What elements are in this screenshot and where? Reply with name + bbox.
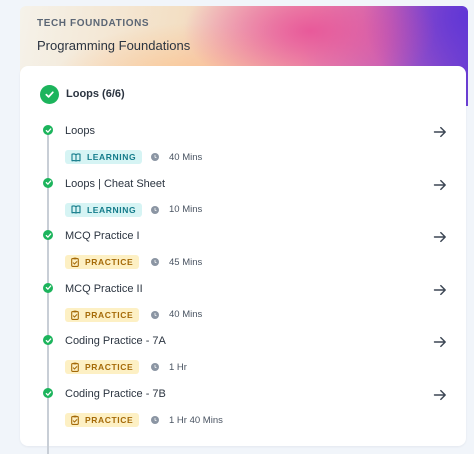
type-badge-label: PRACTICE (85, 309, 134, 320)
check-circle-icon (43, 282, 53, 293)
arrow-right-icon[interactable] (433, 230, 447, 244)
type-badge-label: LEARNING (87, 204, 137, 215)
list-item-1[interactable]: Loops LEARNING 40 Mins (20, 125, 466, 175)
item-title: MCQ Practice I (65, 230, 140, 243)
clock-icon (151, 258, 159, 267)
type-badge: PRACTICE (65, 360, 140, 375)
course-title: Programming Foundations (37, 38, 191, 53)
clock-icon (151, 310, 159, 319)
module-card: Loops (6/6) Loops LEARNING 40 Mins Loops… (20, 66, 466, 454)
clipboard-icon (71, 257, 79, 268)
item-title: Coding Practice - 7B (65, 388, 166, 400)
arrow-right-icon[interactable] (433, 388, 447, 402)
duration: 45 Mins (151, 255, 202, 269)
type-badge-label: PRACTICE (85, 362, 134, 373)
clock-icon (151, 363, 159, 372)
duration-text: 1 Hr 40 Mins (169, 414, 223, 426)
duration-text: 45 Mins (169, 256, 203, 268)
item-title: MCQ Practice II (65, 282, 143, 295)
clipboard-icon (71, 310, 79, 320)
type-badge-label: LEARNING (87, 152, 137, 162)
item-title: Coding Practice - 7A (65, 335, 166, 348)
book-icon (71, 152, 81, 162)
duration-text: 10 Mins (169, 204, 203, 216)
check-circle-icon (40, 84, 59, 104)
duration: 40 Mins (151, 308, 202, 322)
item-title: Loops | Cheat Sheet (65, 177, 166, 190)
type-badge-label: PRACTICE (85, 257, 134, 268)
clipboard-icon (71, 362, 79, 373)
duration: 40 Mins (151, 150, 202, 164)
duration-text: 40 Mins (169, 151, 203, 163)
type-badge-label: PRACTICE (85, 415, 134, 425)
type-badge: LEARNING (65, 150, 143, 164)
arrow-right-icon[interactable] (433, 335, 447, 349)
book-icon (71, 205, 81, 214)
section-header[interactable]: Loops (6/6) (40, 84, 125, 104)
duration-text: 40 Mins (169, 309, 203, 321)
list-item-4[interactable]: MCQ Practice II PRACTICE 40 Mins (20, 282, 466, 333)
arrow-right-icon[interactable] (433, 178, 447, 192)
arrow-right-icon[interactable] (433, 283, 447, 297)
check-circle-icon (43, 230, 53, 241)
type-badge: PRACTICE (65, 307, 140, 322)
list-item-6[interactable]: Coding Practice - 7B PRACTICE 1 Hr 40 Mi… (20, 388, 466, 438)
list-item-2[interactable]: Loops | Cheat Sheet LEARNING 10 Mins (20, 177, 466, 228)
course-page: TECH FOUNDATIONS Programming Foundations… (0, 0, 474, 454)
arrow-right-icon[interactable] (433, 125, 447, 139)
duration: 10 Mins (151, 203, 202, 217)
clipboard-icon (71, 415, 79, 425)
clock-icon (151, 205, 159, 214)
course-category: TECH FOUNDATIONS (37, 18, 150, 29)
clock-icon (151, 153, 159, 161)
type-badge: LEARNING (65, 202, 143, 217)
check-circle-icon (43, 335, 53, 346)
check-circle-icon (43, 388, 53, 398)
duration: 1 Hr (151, 360, 187, 374)
duration: 1 Hr 40 Mins (151, 413, 223, 427)
clock-icon (151, 416, 159, 424)
list-item-3[interactable]: MCQ Practice I PRACTICE 45 Mins (20, 230, 466, 280)
item-title: Loops (65, 125, 95, 137)
check-circle-icon (43, 125, 53, 135)
type-badge: PRACTICE (65, 413, 140, 427)
check-circle-icon (43, 177, 53, 188)
type-badge: PRACTICE (65, 255, 140, 270)
section-title: Loops (6/6) (66, 88, 125, 100)
duration-text: 1 Hr (169, 361, 187, 373)
list-item-5[interactable]: Coding Practice - 7A PRACTICE 1 Hr (20, 335, 466, 385)
